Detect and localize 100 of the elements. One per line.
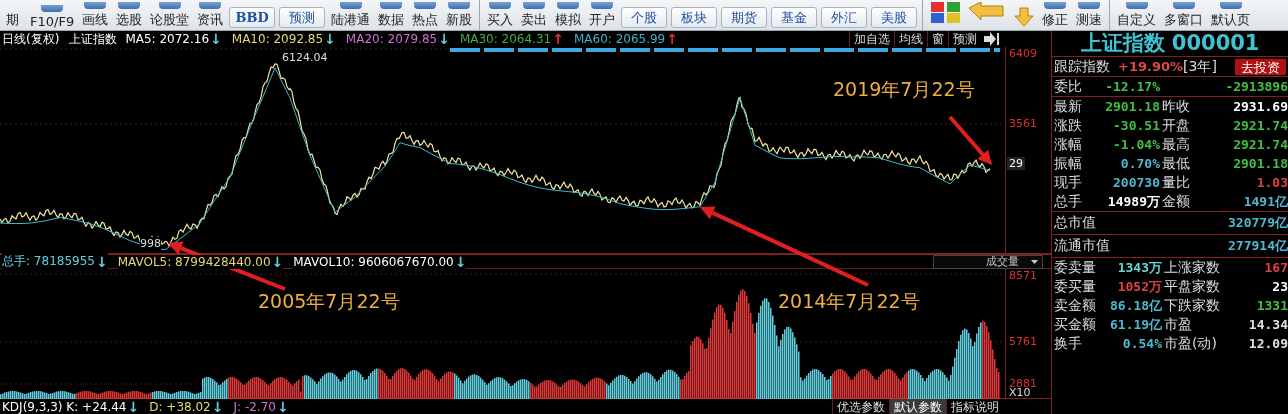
toolbar-tab[interactable]: 基金 — [771, 7, 818, 28]
toolbar-tab[interactable]: 美股 — [871, 7, 918, 28]
row-label: 卖金额 — [1054, 296, 1097, 315]
toolbar-button[interactable]: 热点 — [409, 0, 442, 30]
indicator-value: MA10: 2092.85 — [231, 32, 324, 46]
toolbar-button[interactable]: 陆港通 — [328, 0, 374, 30]
trend-arrow: ↓ — [454, 254, 467, 269]
color-grid-icon[interactable] — [929, 2, 962, 24]
row-label: 委比 — [1054, 77, 1083, 96]
indicator-value: D: +38.02 — [149, 400, 211, 414]
quote-value: 61.19亿 — [1110, 315, 1162, 334]
quote-value: -12.17% — [1104, 79, 1160, 94]
quote-value: 2931.69 — [1232, 99, 1288, 114]
trend-arrow: ↓ — [271, 254, 284, 269]
indicator-value: MA30: 2064.31 — [459, 32, 552, 46]
quote-value: 2921.74 — [1232, 118, 1288, 133]
toolbar-tab[interactable]: 预测 — [279, 7, 326, 28]
invest-button[interactable]: 去投资 — [1235, 58, 1286, 75]
annotation-text: 2014年7月22号 — [778, 289, 920, 314]
toolbar-tab[interactable]: 期货 — [721, 7, 768, 28]
toolbar-tab[interactable]: 个股 — [621, 7, 668, 28]
annotation-arrow — [948, 115, 992, 165]
quote-value: 2921.74 — [1232, 137, 1288, 152]
row-label: 开盘 — [1161, 116, 1191, 135]
row-label: 金额 — [1161, 192, 1191, 211]
trend-arrow: ↓ — [324, 32, 336, 46]
row-label: 市盈(动) — [1163, 334, 1218, 353]
indicator-value: 总手: 78185955 — [2, 253, 95, 270]
row-label: 量比 — [1161, 173, 1191, 192]
row-label: 总市值 — [1054, 214, 1096, 232]
quote-value: 14989万 — [1106, 192, 1160, 211]
quote-value: 1331 — [1255, 298, 1288, 313]
toolbar-button[interactable]: 默认页 — [1208, 0, 1254, 30]
toolbar-tab[interactable]: 外汇 — [821, 7, 868, 28]
toolbar-button[interactable]: 论股堂 — [147, 0, 193, 30]
toolbar-button[interactable]: 新股 — [443, 0, 476, 30]
toolbar-button[interactable]: 选股 — [113, 0, 146, 30]
toolbar-button[interactable]: 修正 — [1039, 0, 1072, 30]
row-label: 最低 — [1161, 154, 1191, 173]
toolbar-button[interactable]: 多窗口 — [1161, 0, 1207, 30]
toolbar-tab[interactable]: BBD — [229, 7, 276, 28]
row-label: 委卖量 — [1054, 258, 1097, 277]
indicator-value: MA60: 2065.99 — [573, 32, 666, 46]
quote-value: 2901.18 — [1104, 99, 1160, 114]
row-label: 买金额 — [1054, 315, 1097, 334]
toolbar-button[interactable]: 资讯 — [194, 0, 227, 30]
row-label: 现手 — [1054, 173, 1083, 192]
quote-value: 200730 — [1112, 175, 1160, 190]
quote-value: -30.51 — [1112, 118, 1160, 133]
volume-axis-label: 8571 — [1009, 269, 1037, 282]
quote-value: 86.18亿 — [1110, 296, 1162, 315]
indicator-value: MA5: 2072.16 — [125, 32, 210, 46]
tracking-period: [3年] — [1183, 57, 1217, 76]
trend-arrow: ↓ — [95, 254, 108, 269]
row-label: 平盘家数 — [1163, 277, 1221, 296]
tracking-value: +19.90% — [1118, 59, 1184, 74]
row-label: 跟踪指数 — [1054, 57, 1110, 76]
quote-value: 277914亿 — [1228, 237, 1288, 255]
volume-axis-label: 5761 — [1009, 335, 1037, 348]
toolbar-button[interactable]: 测速 — [1073, 0, 1106, 30]
row-label: 上涨家数 — [1163, 258, 1221, 277]
trend-arrow: ↑ — [552, 32, 564, 46]
toolbar-button[interactable]: F10/F9 — [27, 0, 78, 30]
row-label: 最新 — [1054, 97, 1083, 116]
trend-arrow: ↓ — [276, 400, 289, 414]
row-label: 总手 — [1054, 192, 1083, 211]
indicator-value: MA20: 2079.85 — [345, 32, 438, 46]
annotation-text: 2019年7月22号 — [833, 77, 975, 102]
quote-value: 0.54% — [1121, 336, 1162, 351]
toolbar-button[interactable]: 买入 — [484, 0, 517, 30]
toolbar-button[interactable]: 自定义 — [1114, 0, 1160, 30]
row-label: 流通市值 — [1054, 237, 1110, 255]
row-label: 最高 — [1161, 135, 1191, 154]
toolbar-button[interactable]: 画线 — [79, 0, 112, 30]
indicator-value: MAVOL5: 8799428440.00 — [117, 254, 271, 269]
quote-value: 23 — [1271, 279, 1288, 294]
indicator-dropdown[interactable]: 成交量 — [933, 254, 1043, 269]
price-axis-label: 6409 — [1009, 47, 1037, 60]
toolbar-button[interactable]: 模拟 — [552, 0, 585, 30]
toolbar-tab[interactable]: 板块 — [671, 7, 718, 28]
down-arrow-icon[interactable] — [1013, 7, 1036, 27]
toolbar-button[interactable]: 卖出 — [518, 0, 551, 30]
row-label: 委买量 — [1054, 277, 1097, 296]
expand-icon[interactable] — [983, 32, 999, 46]
indicator-tab[interactable]: 默认参数 — [889, 399, 946, 414]
quote-value: 12.09 — [1247, 336, 1288, 351]
quote-title: 上证指数 000001 — [1079, 31, 1261, 56]
toolbar-button[interactable]: 开户 — [586, 0, 619, 30]
quote-value: 2901.18 — [1232, 156, 1288, 171]
toolbar-button[interactable]: 期 — [1, 0, 25, 30]
toolbar-button[interactable]: 数据 — [375, 0, 408, 30]
indicator-value: KDJ(9,3,3) K: +24.44 — [2, 400, 127, 414]
row-label: 昨收 — [1161, 97, 1191, 116]
quote-value: 320779亿 — [1228, 214, 1288, 232]
quote-value: 0.70% — [1119, 156, 1160, 171]
row-label: 市盈 — [1163, 315, 1193, 334]
current-price-tag: 29 — [1007, 157, 1025, 170]
price-axis-label: 3561 — [1009, 117, 1037, 130]
quote-value: 1052万 — [1116, 277, 1162, 296]
caret-icon — [1031, 259, 1038, 264]
